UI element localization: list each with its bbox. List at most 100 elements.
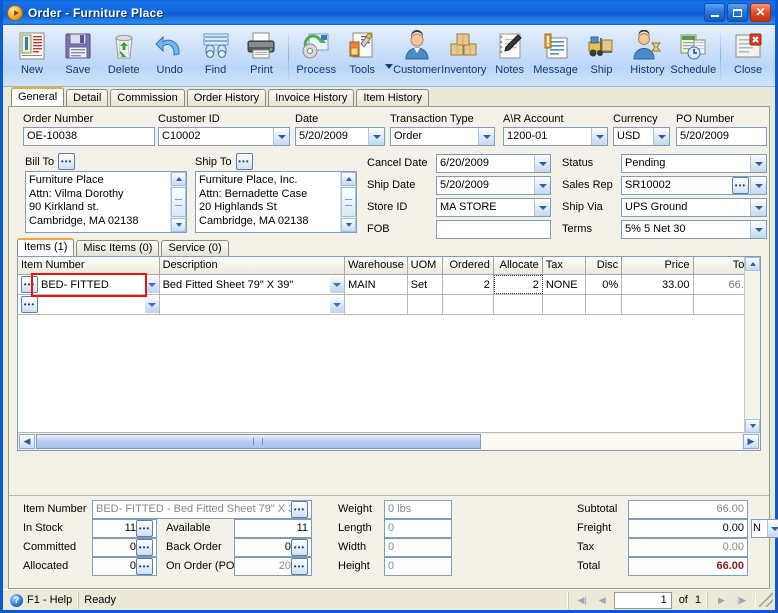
- cell-tax[interactable]: NONE: [543, 275, 586, 294]
- chevron-down-icon[interactable]: [330, 276, 345, 293]
- help-cell[interactable]: ? F1 - Help: [5, 591, 79, 609]
- allocated-field[interactable]: 0: [92, 557, 157, 576]
- tools-dropdown-arrow-icon[interactable]: [385, 63, 394, 69]
- back-order-lookup-button[interactable]: [291, 539, 308, 556]
- toolbar-close-button[interactable]: Close: [725, 28, 771, 76]
- grid-col-price[interactable]: Price: [622, 257, 694, 274]
- line-items-grid[interactable]: Item Number Description Warehouse UOM Or…: [17, 256, 761, 451]
- scrollbar-thumb[interactable]: [171, 187, 186, 217]
- tab-misc-items[interactable]: Misc Items (0): [76, 240, 160, 256]
- chevron-down-icon[interactable]: [750, 177, 766, 194]
- chevron-down-icon[interactable]: [144, 276, 159, 293]
- grid-vertical-scrollbar[interactable]: [744, 257, 760, 433]
- chevron-down-icon[interactable]: [273, 128, 289, 145]
- item-lookup-button[interactable]: [21, 296, 38, 313]
- scroll-down-icon[interactable]: [171, 218, 186, 232]
- toolbar-delete-button[interactable]: Delete: [101, 28, 147, 76]
- chevron-down-icon[interactable]: [750, 221, 766, 238]
- chevron-down-icon[interactable]: [767, 520, 778, 537]
- po-number-input[interactable]: 5/20/2009: [676, 127, 767, 146]
- tab-items[interactable]: Items (1): [17, 238, 75, 256]
- cell-allocate[interactable]: 2: [493, 275, 543, 294]
- height-field[interactable]: 0: [384, 557, 452, 576]
- freight-flag-combobox[interactable]: N: [751, 519, 778, 538]
- available-field[interactable]: 11: [234, 519, 312, 538]
- grid-col-uom[interactable]: UOM: [408, 257, 443, 274]
- previous-record-icon[interactable]: ◀: [594, 593, 611, 608]
- chevron-down-icon[interactable]: [330, 296, 345, 313]
- currency-combobox[interactable]: USD: [613, 127, 670, 146]
- chevron-down-icon[interactable]: [750, 155, 766, 172]
- chevron-down-icon[interactable]: [368, 128, 384, 145]
- bill-to-scrollbar[interactable]: [170, 172, 186, 232]
- grid-col-disc[interactable]: Disc: [586, 257, 623, 274]
- customer-id-combobox[interactable]: C10002: [158, 127, 290, 146]
- grid-horizontal-scrollbar[interactable]: ◀ ▶: [18, 432, 760, 450]
- resize-grip[interactable]: [759, 593, 773, 607]
- allocated-lookup-button[interactable]: [136, 558, 153, 575]
- chevron-down-icon[interactable]: [478, 128, 494, 145]
- table-row[interactable]: BED- FITTED Bed Fitted Sheet 79" X 39" M…: [18, 275, 760, 295]
- store-id-combobox[interactable]: MA STORE: [436, 198, 551, 217]
- chevron-down-icon[interactable]: [534, 199, 550, 216]
- tab-commission[interactable]: Commission: [110, 89, 185, 106]
- maximize-button[interactable]: [727, 3, 748, 22]
- tab-order-history[interactable]: Order History: [186, 89, 267, 106]
- chevron-down-icon[interactable]: [534, 177, 550, 194]
- transaction-type-combobox[interactable]: Order: [390, 127, 495, 146]
- bill-to-lookup-button[interactable]: [58, 153, 76, 170]
- close-button[interactable]: ✕: [750, 3, 771, 22]
- tab-item-history[interactable]: Item History: [356, 89, 430, 106]
- tab-general[interactable]: General: [11, 87, 65, 106]
- sales-rep-lookup-button[interactable]: [732, 177, 749, 194]
- cell-description[interactable]: [160, 295, 346, 314]
- scroll-up-icon[interactable]: [745, 257, 760, 271]
- weight-field[interactable]: 0 lbs: [384, 500, 452, 519]
- scroll-down-icon[interactable]: [341, 218, 356, 232]
- cancel-date-combobox[interactable]: 6/20/2009: [436, 154, 551, 173]
- grid-col-tax[interactable]: Tax: [543, 257, 586, 274]
- grid-col-allocate[interactable]: Allocate: [494, 257, 543, 274]
- back-order-field[interactable]: 0: [234, 538, 312, 557]
- fob-input[interactable]: [436, 220, 551, 239]
- in-stock-lookup-button[interactable]: [136, 520, 153, 537]
- toolbar-inventory-button[interactable]: Inventory: [441, 28, 487, 76]
- sales-rep-combobox[interactable]: SR10002: [621, 176, 767, 195]
- committed-field[interactable]: 0: [92, 538, 157, 557]
- scroll-left-icon[interactable]: ◀: [19, 434, 35, 449]
- on-order-po-field[interactable]: 20: [234, 557, 312, 576]
- cell-uom[interactable]: [408, 295, 443, 314]
- chevron-down-icon[interactable]: [750, 199, 766, 216]
- toolbar-message-button[interactable]: Message: [533, 28, 579, 76]
- ship-date-combobox[interactable]: 5/20/2009: [436, 176, 551, 195]
- ship-via-combobox[interactable]: UPS Ground: [621, 198, 767, 217]
- cell-ordered[interactable]: 2: [443, 275, 494, 294]
- terms-combobox[interactable]: 5% 5 Net 30: [621, 220, 767, 239]
- freight-field[interactable]: 0.00: [628, 519, 748, 538]
- toolbar-save-button[interactable]: Save: [55, 28, 101, 76]
- grid-col-description[interactable]: Description: [160, 257, 346, 274]
- scroll-up-icon[interactable]: [341, 172, 356, 186]
- cell-tax[interactable]: [543, 295, 586, 314]
- minimize-button[interactable]: [704, 3, 725, 22]
- cell-item-number[interactable]: [18, 295, 160, 314]
- tab-detail[interactable]: Detail: [66, 89, 109, 106]
- toolbar-customer-button[interactable]: Customer: [393, 28, 441, 76]
- date-combobox[interactable]: 5/20/2009: [295, 127, 385, 146]
- cell-description[interactable]: Bed Fitted Sheet 79" X 39": [160, 275, 346, 294]
- hscroll-track[interactable]: [36, 434, 742, 449]
- grid-col-ordered[interactable]: Ordered: [443, 257, 494, 274]
- page-number-input[interactable]: 1: [613, 591, 672, 609]
- status-combobox[interactable]: Pending: [621, 154, 767, 173]
- cell-item-number[interactable]: BED- FITTED: [18, 275, 160, 294]
- toolbar-process-button[interactable]: Process: [293, 28, 339, 76]
- cell-ordered[interactable]: [443, 295, 494, 314]
- on-order-po-lookup-button[interactable]: [291, 558, 308, 575]
- chevron-down-icon[interactable]: [653, 128, 669, 145]
- committed-lookup-button[interactable]: [136, 539, 153, 556]
- cell-disc[interactable]: 0%: [586, 275, 623, 294]
- cell-warehouse[interactable]: MAIN: [345, 275, 408, 294]
- toolbar-new-button[interactable]: New: [9, 28, 55, 76]
- item-lookup-button[interactable]: [21, 276, 38, 293]
- grid-col-item-number[interactable]: Item Number: [18, 257, 160, 274]
